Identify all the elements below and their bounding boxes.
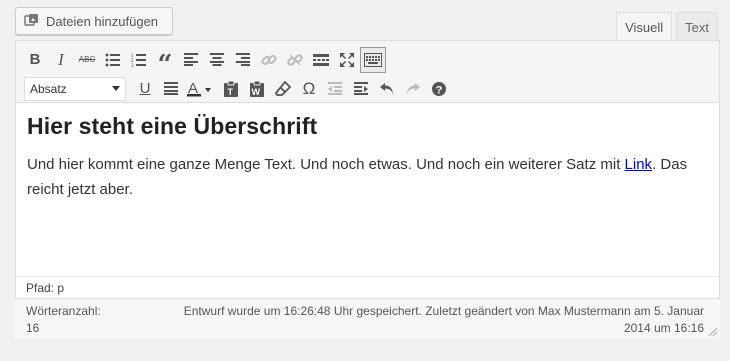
text-color-icon[interactable]: A — [184, 76, 218, 102]
autosave-line-2: 2014 um 16:16 — [623, 321, 704, 335]
read-more-icon[interactable] — [308, 47, 334, 73]
clear-format-icon[interactable] — [270, 76, 296, 102]
align-center-icon[interactable] — [204, 47, 230, 73]
word-count: Wörteranzahl: 16 — [26, 303, 126, 337]
autosave-line-1: Entwurf wurde um 16:26:48 Uhr gespeicher… — [183, 304, 704, 318]
blockquote-icon[interactable]: “ — [152, 47, 178, 78]
paste-text-icon[interactable]: T — [218, 76, 244, 102]
status-bar: Wörteranzahl: 16 Entwurf wurde um 16:26:… — [15, 298, 720, 339]
bullet-list-icon[interactable] — [100, 47, 126, 73]
unlink-icon[interactable] — [282, 47, 308, 73]
undo-icon[interactable] — [374, 76, 400, 102]
tab-text[interactable]: Text — [676, 12, 718, 41]
tab-visual[interactable]: Visuell — [616, 12, 673, 42]
indent-icon[interactable] — [348, 76, 374, 102]
italic-icon[interactable]: I — [48, 47, 74, 73]
editor-tabs: Visuell Text — [616, 12, 718, 42]
editor-toolbar: B I ABC 123 “ Absatz U A T W Ω ? — [16, 41, 719, 103]
resize-handle-icon[interactable] — [708, 327, 718, 337]
svg-text:T: T — [228, 87, 234, 97]
autosave-status: Entwurf wurde um 16:26:48 Uhr gespeicher… — [144, 303, 704, 337]
word-count-label: Wörteranzahl: — [26, 304, 101, 318]
svg-text:W: W — [252, 87, 261, 97]
add-media-icon — [24, 13, 40, 29]
chevron-down-icon — [112, 86, 120, 91]
content-heading[interactable]: Hier steht eine Überschrift — [27, 113, 708, 140]
svg-text:3: 3 — [131, 63, 134, 67]
redo-icon[interactable] — [400, 76, 426, 102]
editor: B I ABC 123 “ Absatz U A T W Ω ? Hier st… — [15, 40, 720, 339]
content-link[interactable]: Link — [625, 156, 653, 173]
format-select-value: Absatz — [30, 81, 67, 96]
editor-content[interactable]: Hier steht eine Überschrift Und hier kom… — [16, 103, 719, 275]
add-media-button[interactable]: Dateien hinzufügen — [15, 7, 173, 35]
format-select[interactable]: Absatz — [24, 76, 126, 101]
numbered-list-icon[interactable]: 123 — [126, 47, 152, 73]
justify-icon[interactable] — [158, 76, 184, 102]
outdent-icon[interactable] — [322, 76, 348, 102]
content-paragraph[interactable]: Und hier kommt eine ganze Menge Text. Un… — [27, 152, 708, 202]
bold-icon[interactable]: B — [22, 47, 48, 73]
word-count-value: 16 — [26, 321, 40, 335]
special-char-icon[interactable]: Ω — [296, 76, 322, 102]
paste-word-icon[interactable]: W — [244, 76, 270, 102]
toolbar-row-2: Absatz U A T W Ω ? — [22, 74, 713, 103]
fullscreen-icon[interactable] — [334, 47, 360, 73]
underline-icon[interactable]: U — [132, 76, 158, 102]
paragraph-text-start: Und hier kommt eine ganze Menge Text. Un… — [27, 156, 625, 173]
svg-text:?: ? — [436, 84, 443, 96]
strikethrough-icon[interactable]: ABC — [74, 47, 100, 73]
link-icon[interactable] — [256, 47, 282, 73]
align-right-icon[interactable] — [230, 47, 256, 73]
help-icon[interactable]: ? — [426, 76, 452, 102]
element-path: Pfad: p — [16, 276, 719, 298]
toolbar-toggle-icon[interactable] — [360, 46, 386, 73]
toolbar-row-1: B I ABC 123 “ — [22, 45, 713, 78]
align-left-icon[interactable] — [178, 47, 204, 73]
add-media-label: Dateien hinzufügen — [46, 13, 159, 29]
